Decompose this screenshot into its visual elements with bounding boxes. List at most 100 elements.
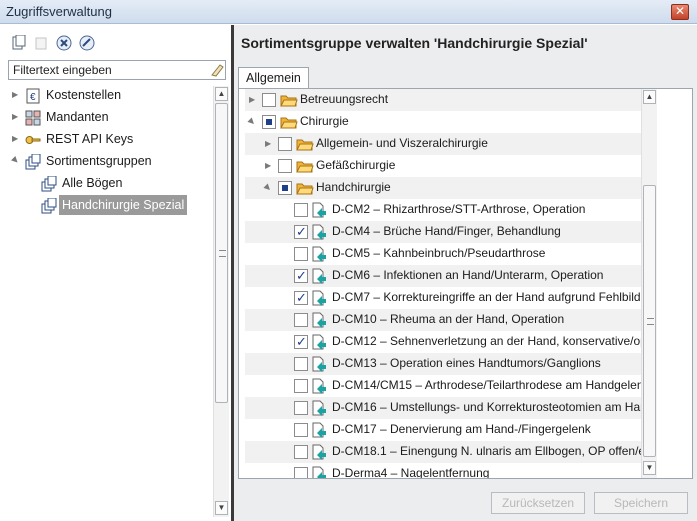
document-link-icon [310, 400, 328, 416]
expand-arrow-icon[interactable]: ▶ [265, 161, 271, 170]
delete-icon[interactable] [56, 35, 72, 51]
row-label: Allgemein- und Viszeralchirurgie [316, 136, 488, 150]
tab-panel: ▶ Betreuungsrecht ▶ Chirurgie ▶ Allgemein- un… [238, 88, 693, 479]
scroll-down-icon[interactable]: ▼ [643, 461, 656, 475]
tree-row[interactable]: D-CM6 – Infektionen an Hand/Unterarm, Op… [245, 265, 650, 287]
row-label: D-CM10 – Rheuma an der Hand, Operation [332, 312, 565, 326]
row-label: D-Derma4 – Nagelentfernung [332, 466, 490, 478]
tree-row[interactable]: D-CM13 – Operation eines Handtumors/Gang… [245, 353, 650, 375]
right-panel: Sortimentsgruppe verwalten 'Handchirurgi… [234, 25, 697, 521]
row-checkbox[interactable] [294, 334, 308, 350]
svg-text:€: € [30, 92, 36, 103]
close-button[interactable]: ✕ [671, 4, 689, 20]
tree-row[interactable]: ▶ Chirurgie [245, 111, 650, 133]
tree-row[interactable]: D-CM16 – Umstellungs- und Korrekturosteo… [245, 397, 650, 419]
tree-row[interactable]: D-CM4 – Brüche Hand/Finger, Behandlung [245, 221, 650, 243]
right-scrollbar[interactable]: ▲ ▼ [641, 89, 657, 478]
row-checkbox[interactable] [278, 159, 292, 173]
row-checkbox[interactable] [294, 268, 308, 284]
tree-row[interactable]: D-CM2 – Rhizarthrose/STT-Arthrose, Opera… [245, 199, 650, 221]
collapse-arrow-icon[interactable]: ▶ [263, 182, 274, 193]
row-label: D-CM4 – Brüche Hand/Finger, Behandlung [332, 224, 561, 238]
row-checkbox[interactable] [294, 467, 308, 478]
row-label: D-CM18.1 – Einengung N. ulnaris am Ellbo… [332, 444, 646, 458]
row-label: Chirurgie [300, 114, 349, 128]
row-checkbox[interactable] [278, 137, 292, 151]
row-checkbox[interactable] [262, 115, 276, 129]
tree-row[interactable]: D-CM5 – Kahnbeinbruch/Pseudarthrose [245, 243, 650, 265]
tree-row[interactable]: ▶ Handchirurgie [245, 177, 650, 199]
tree-row[interactable]: D-CM12 – Sehnenverletzung an der Hand, k… [245, 331, 650, 353]
scroll-thumb[interactable] [643, 185, 656, 457]
clear-filter-icon[interactable] [210, 63, 224, 77]
expand-arrow-icon[interactable]: ▶ [249, 95, 255, 104]
tree-row[interactable]: D-CM14/CM15 – Arthrodese/Teilarthrodese … [245, 375, 650, 397]
document-link-icon [310, 268, 328, 284]
row-checkbox[interactable] [294, 445, 308, 459]
tree-row[interactable]: D-CM18.1 – Einengung N. ulnaris am Ellbo… [245, 441, 650, 463]
assortment-tree: ▶ Betreuungsrecht ▶ Chirurgie ▶ Allgemein- un… [245, 89, 650, 478]
assortment-group-icon [41, 176, 57, 192]
row-label: D-CM13 – Operation eines Handtumors/Gang… [332, 356, 601, 370]
assortment-group-icon [25, 154, 41, 170]
document-link-icon [310, 444, 328, 460]
document-link-icon [310, 334, 328, 350]
tree-row[interactable]: D-Derma4 – Nagelentfernung [245, 463, 650, 478]
scroll-up-icon[interactable]: ▲ [215, 87, 228, 101]
grip-icon [219, 250, 226, 257]
document-link-icon [310, 290, 328, 306]
row-label: D-CM5 – Kahnbeinbruch/Pseudarthrose [332, 246, 546, 260]
row-label: D-CM7 – Korrektureingriffe an der Hand a… [332, 290, 648, 304]
page-title: Sortimentsgruppe verwalten 'Handchirurgi… [241, 35, 588, 51]
save-button[interactable]: Speichern [594, 492, 688, 514]
scroll-down-icon[interactable]: ▼ [215, 501, 228, 515]
tree-row[interactable]: ▶ Allgemein- und Viszeralchirurgie [245, 133, 650, 155]
folder-icon [280, 92, 298, 108]
tab-allgemein[interactable]: Allgemein [238, 67, 309, 89]
expand-arrow-icon[interactable]: ▶ [12, 129, 20, 149]
folder-icon [296, 180, 314, 196]
copy-icon[interactable] [33, 35, 49, 51]
row-checkbox[interactable] [278, 181, 292, 195]
row-checkbox[interactable] [294, 357, 308, 371]
new-item-icon[interactable] [10, 35, 26, 51]
tree-row[interactable]: ▶ Betreuungsrecht [245, 89, 650, 111]
row-label: D-CM16 – Umstellungs- und Korrekturosteo… [332, 400, 647, 414]
assortment-group-icon [41, 198, 57, 214]
row-checkbox[interactable] [294, 379, 308, 393]
document-link-icon [310, 246, 328, 262]
expand-arrow-icon[interactable]: ▶ [12, 85, 20, 105]
document-link-icon [310, 356, 328, 372]
grip-icon [647, 318, 654, 325]
row-checkbox[interactable] [294, 423, 308, 437]
collapse-arrow-icon[interactable]: ▶ [6, 151, 26, 171]
tree-row[interactable]: D-CM10 – Rheuma an der Hand, Operation [245, 309, 650, 331]
expand-arrow-icon[interactable]: ▶ [265, 139, 271, 148]
cost-center-icon: € [26, 88, 40, 104]
collapse-arrow-icon[interactable]: ▶ [247, 116, 258, 127]
tree-row[interactable]: D-CM7 – Korrektureingriffe an der Hand a… [245, 287, 650, 309]
row-label: D-CM6 – Infektionen an Hand/Unterarm, Op… [332, 268, 604, 282]
edit-icon[interactable] [79, 35, 95, 51]
row-checkbox[interactable] [294, 203, 308, 217]
expand-arrow-icon[interactable]: ▶ [12, 107, 20, 127]
folder-icon [296, 136, 314, 152]
document-link-icon [310, 202, 328, 218]
filter-input[interactable]: Filtertext eingeben [8, 60, 226, 80]
reset-button[interactable]: Zurücksetzen [491, 492, 585, 514]
row-label: Betreuungsrecht [300, 92, 389, 106]
title-bar: Zugriffsverwaltung ✕ [0, 0, 697, 24]
tree-row[interactable]: ▶ Gefäßchirurgie [245, 155, 650, 177]
row-checkbox[interactable] [294, 224, 308, 240]
row-checkbox[interactable] [294, 247, 308, 261]
row-checkbox[interactable] [294, 290, 308, 306]
scroll-up-icon[interactable]: ▲ [643, 90, 656, 104]
row-checkbox[interactable] [262, 93, 276, 107]
row-checkbox[interactable] [294, 313, 308, 327]
scroll-thumb[interactable] [215, 103, 228, 403]
row-checkbox[interactable] [294, 401, 308, 415]
left-panel: Filtertext eingeben ▶ € Kostenstellen ▶ … [0, 25, 231, 521]
folder-icon [280, 114, 298, 130]
left-scrollbar[interactable]: ▲ ▼ [213, 86, 229, 517]
tree-row[interactable]: D-CM17 – Denervierung am Hand-/Fingergel… [245, 419, 650, 441]
